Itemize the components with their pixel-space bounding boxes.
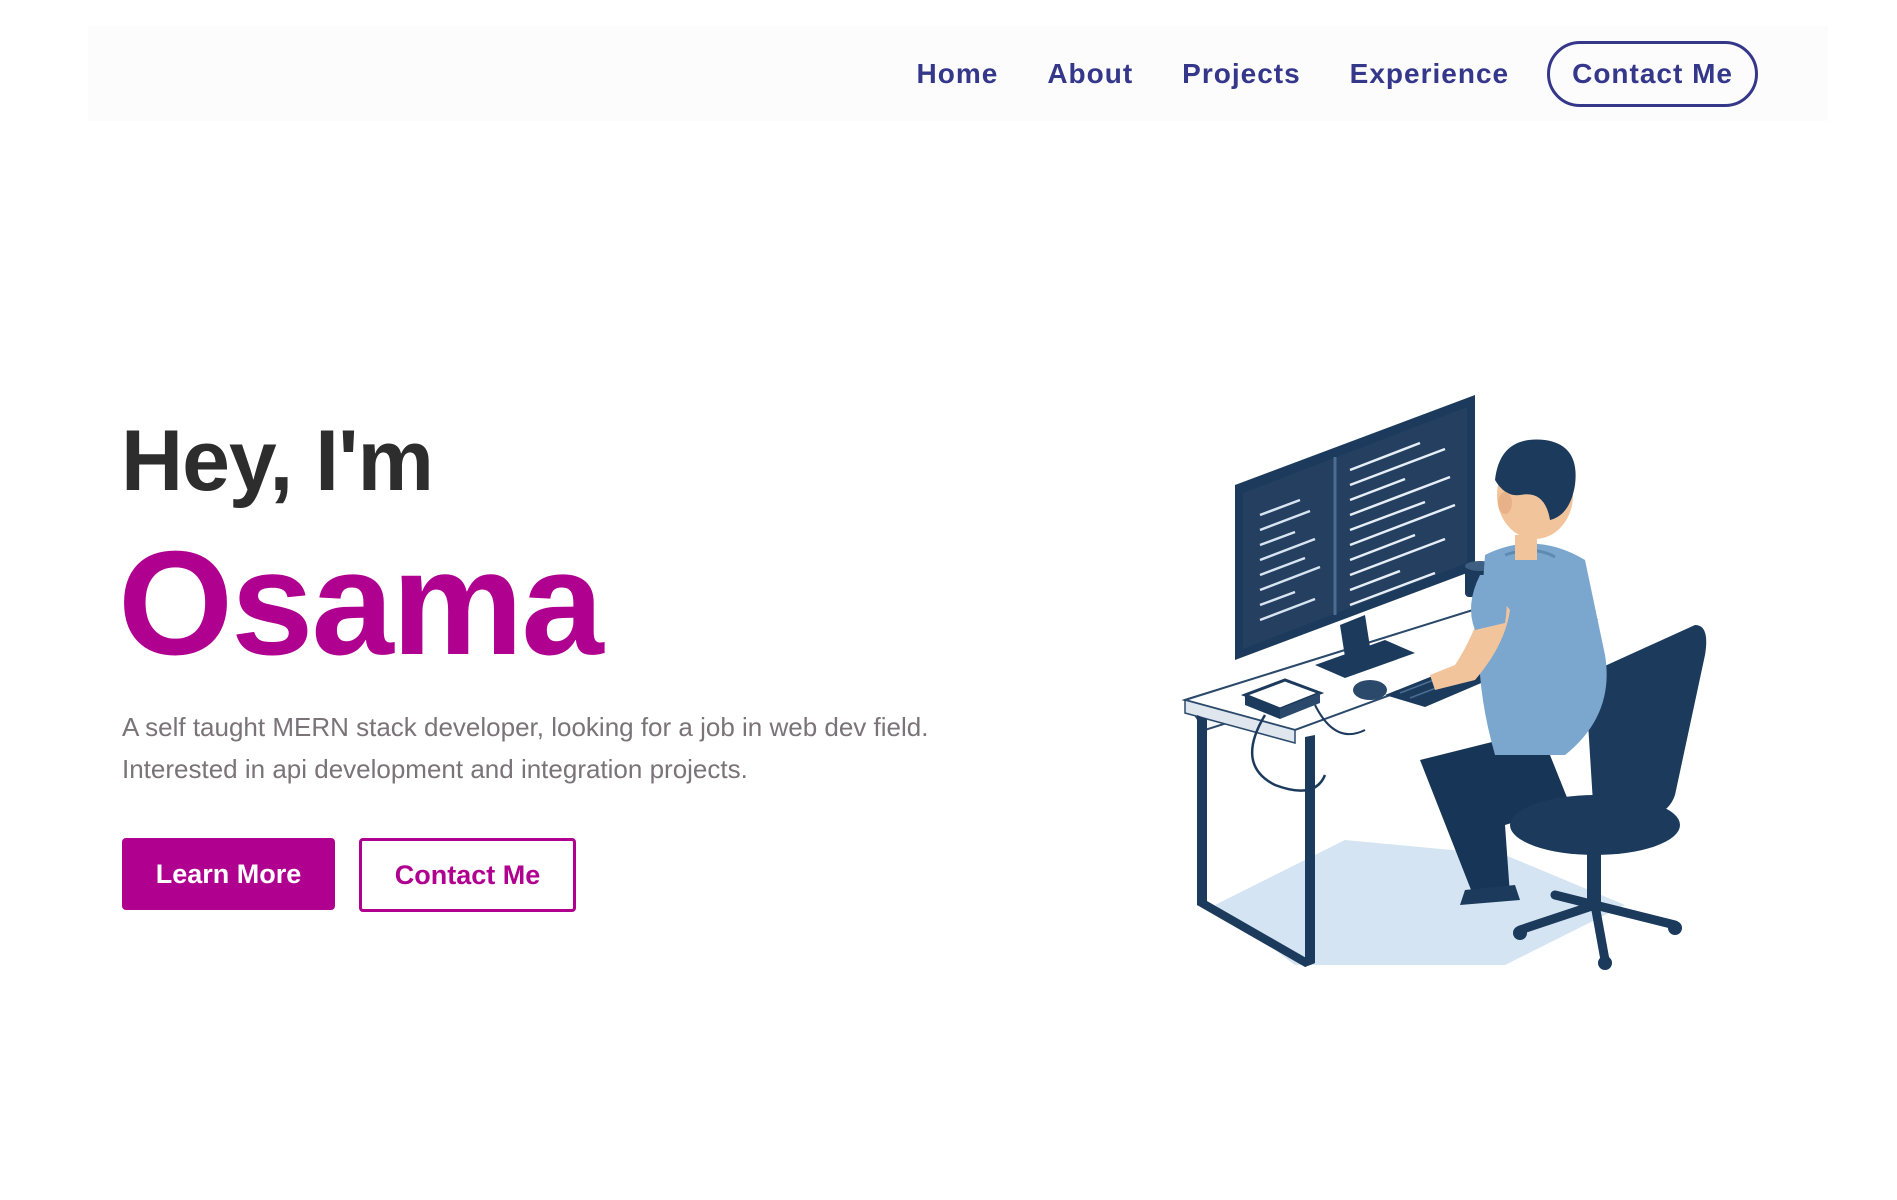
nav-links: Home About Projects Experience Contact M… bbox=[868, 40, 1758, 107]
hero-description-line-2: Interested in api development and integr… bbox=[122, 754, 748, 784]
hero-description: A self taught MERN stack developer, look… bbox=[122, 706, 1022, 790]
developer-at-computer-illustration bbox=[1181, 395, 1707, 970]
hero-greeting: Hey, I'm bbox=[121, 413, 434, 509]
hero-buttons: Learn More Contact Me bbox=[122, 838, 576, 912]
portfolio-page: Home About Projects Experience Contact M… bbox=[0, 0, 1897, 1200]
navbar: Home About Projects Experience Contact M… bbox=[88, 26, 1828, 121]
nav-link-home[interactable]: Home bbox=[917, 58, 999, 90]
hero-name: Osama bbox=[118, 521, 604, 686]
learn-more-button[interactable]: Learn More bbox=[122, 838, 335, 910]
hero-description-line-1: A self taught MERN stack developer, look… bbox=[122, 712, 929, 742]
nav-contact-button[interactable]: Contact Me bbox=[1547, 40, 1758, 107]
contact-me-button[interactable]: Contact Me bbox=[359, 838, 576, 912]
nav-link-about[interactable]: About bbox=[1047, 58, 1133, 90]
nav-link-projects[interactable]: Projects bbox=[1182, 58, 1301, 90]
nav-link-experience[interactable]: Experience bbox=[1350, 58, 1509, 90]
